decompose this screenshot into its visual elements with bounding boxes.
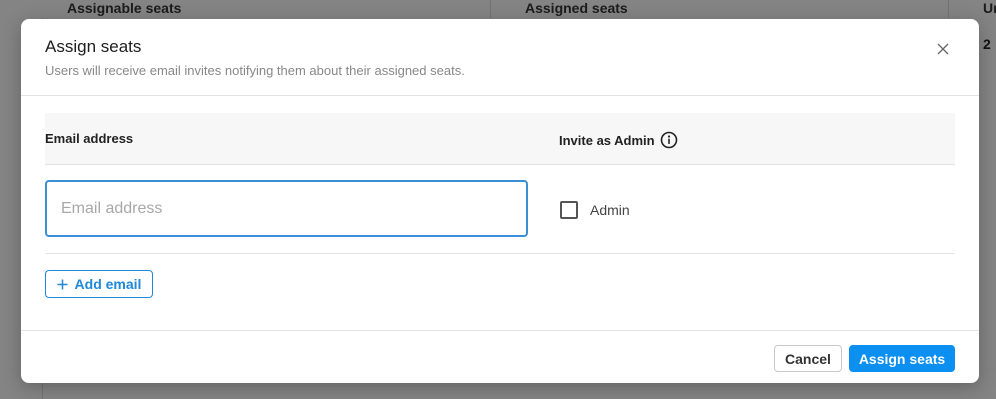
cancel-button[interactable]: Cancel (774, 345, 842, 372)
table-header: Email address Invite as Admin (45, 113, 955, 165)
email-input[interactable] (45, 180, 528, 237)
dialog-header: Assign seats Users will receive email in… (21, 19, 979, 96)
assign-seats-dialog: Assign seats Users will receive email in… (21, 19, 979, 383)
dialog-footer: Cancel Assign seats (21, 330, 979, 383)
table-row: Admin (45, 165, 955, 254)
admin-column-label: Invite as Admin (559, 132, 655, 148)
admin-checkbox-control[interactable]: Admin (560, 201, 630, 219)
dialog-title: Assign seats (45, 37, 142, 56)
admin-column-header: Invite as Admin (559, 131, 678, 149)
close-button[interactable] (931, 37, 955, 61)
close-icon (937, 43, 949, 55)
admin-checkbox-label: Admin (590, 202, 630, 218)
add-email-label: Add email (74, 276, 142, 292)
info-icon[interactable] (660, 131, 678, 149)
dialog-subtitle: Users will receive email invites notifyi… (45, 63, 465, 78)
add-email-button[interactable]: Add email (45, 270, 153, 298)
email-column-header: Email address (45, 131, 134, 146)
plus-icon (57, 279, 68, 289)
assign-seats-button[interactable]: Assign seats (849, 345, 955, 372)
admin-checkbox[interactable] (560, 201, 578, 219)
